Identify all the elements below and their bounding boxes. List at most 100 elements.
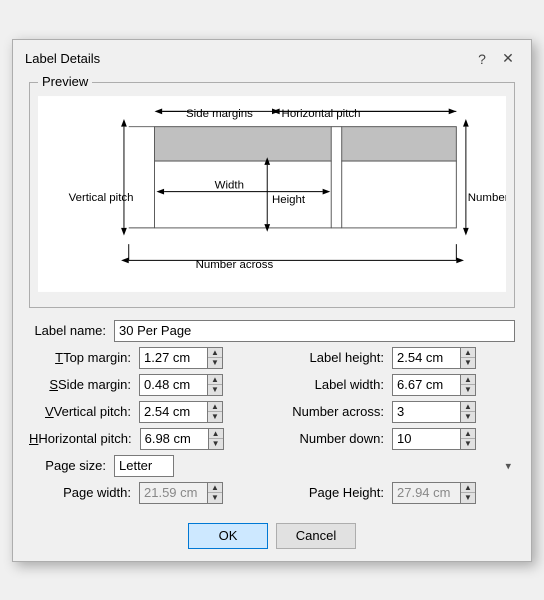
- top-margin-input[interactable]: [139, 347, 207, 369]
- page-height-label: Page Height:: [272, 485, 392, 500]
- horizontal-pitch-row: HHorizontal pitch: ▲ ▼: [29, 428, 272, 450]
- number-down-input[interactable]: [392, 428, 460, 450]
- label-height-down-btn[interactable]: ▼: [461, 358, 475, 368]
- title-bar-buttons: ? ✕: [471, 48, 519, 70]
- page-height-spinner: ▲ ▼: [392, 482, 476, 504]
- label-name-label: Label name:: [29, 323, 114, 338]
- top-margin-up-btn[interactable]: ▲: [208, 348, 222, 359]
- page-height-down-btn[interactable]: ▼: [461, 493, 475, 503]
- label-width-down-btn[interactable]: ▼: [461, 385, 475, 395]
- top-margin-spin-btns: ▲ ▼: [207, 347, 223, 369]
- page-width-left: Page width: ▲ ▼: [29, 482, 272, 509]
- dialog-body: Preview Side margins Top margin: [13, 76, 531, 561]
- form-right: Label height: ▲ ▼ Label width:: [272, 347, 515, 455]
- page-width-down-btn[interactable]: ▼: [208, 493, 222, 503]
- page-width-input: [139, 482, 207, 504]
- horizontal-pitch-input[interactable]: [140, 428, 208, 450]
- preview-canvas: Side margins Top margin Horizontal pitch: [38, 89, 506, 299]
- svg-text:Side margins: Side margins: [186, 108, 253, 120]
- number-across-spin-btns: ▲ ▼: [460, 401, 476, 423]
- label-width-up-btn[interactable]: ▲: [461, 375, 475, 386]
- side-margin-spinner: ▲ ▼: [139, 374, 223, 396]
- vertical-pitch-row: VVertical pitch: ▲ ▼: [29, 401, 272, 423]
- vertical-pitch-up-btn[interactable]: ▲: [208, 402, 222, 413]
- side-margin-label: SSide margin:: [29, 377, 139, 392]
- label-name-input[interactable]: [114, 320, 515, 342]
- dialog-title: Label Details: [25, 51, 100, 66]
- preview-legend: Preview: [38, 74, 92, 89]
- number-down-spinner: ▲ ▼: [392, 428, 476, 450]
- label-name-row: Label name:: [29, 320, 515, 342]
- number-across-up-btn[interactable]: ▲: [461, 402, 475, 413]
- button-row: OK Cancel: [29, 519, 515, 549]
- horizontal-pitch-up-btn[interactable]: ▲: [209, 429, 223, 440]
- label-height-spin-btns: ▲ ▼: [460, 347, 476, 369]
- form-grid: TTop margin: ▲ ▼ SSide margin:: [29, 347, 515, 455]
- label-details-dialog: Label Details ? ✕ Preview Side margins: [12, 39, 532, 562]
- label-height-input[interactable]: [392, 347, 460, 369]
- svg-text:Height: Height: [272, 194, 306, 206]
- horizontal-pitch-spinner: ▲ ▼: [140, 428, 224, 450]
- number-across-row: Number across: ▲ ▼: [272, 401, 515, 423]
- page-size-select[interactable]: Letter: [114, 455, 174, 477]
- number-down-spin-btns: ▲ ▼: [460, 428, 476, 450]
- number-across-input[interactable]: [392, 401, 460, 423]
- horizontal-pitch-label: HHorizontal pitch:: [29, 431, 140, 446]
- number-down-row: Number down: ▲ ▼: [272, 428, 515, 450]
- cancel-button[interactable]: Cancel: [276, 523, 356, 549]
- horizontal-pitch-down-btn[interactable]: ▼: [209, 439, 223, 449]
- preview-svg: Side margins Top margin Horizontal pitch: [38, 89, 506, 299]
- number-across-label: Number across:: [272, 404, 392, 419]
- number-down-up-btn[interactable]: ▲: [461, 429, 475, 440]
- side-margin-row: SSide margin: ▲ ▼: [29, 374, 272, 396]
- svg-text:Number down: Number down: [468, 192, 506, 204]
- page-dimensions-grid: Page width: ▲ ▼ Page Height:: [29, 482, 515, 509]
- label-height-row: Label height: ▲ ▼: [272, 347, 515, 369]
- page-height-spin-btns: ▲ ▼: [460, 482, 476, 504]
- vertical-pitch-spinner: ▲ ▼: [139, 401, 223, 423]
- side-margin-input[interactable]: [139, 374, 207, 396]
- top-margin-down-btn[interactable]: ▼: [208, 358, 222, 368]
- number-across-spinner: ▲ ▼: [392, 401, 476, 423]
- label-height-spinner: ▲ ▼: [392, 347, 476, 369]
- svg-text:Width: Width: [215, 179, 244, 191]
- svg-text:Horizontal pitch: Horizontal pitch: [282, 108, 361, 120]
- vertical-pitch-down-btn[interactable]: ▼: [208, 412, 222, 422]
- side-margin-spin-btns: ▲ ▼: [207, 374, 223, 396]
- label-width-label: Label width:: [272, 377, 392, 392]
- page-height-input: [392, 482, 460, 504]
- side-margin-up-btn[interactable]: ▲: [208, 375, 222, 386]
- vertical-pitch-spin-btns: ▲ ▼: [207, 401, 223, 423]
- top-margin-spinner: ▲ ▼: [139, 347, 223, 369]
- number-down-down-btn[interactable]: ▼: [461, 439, 475, 449]
- label-width-spinner: ▲ ▼: [392, 374, 476, 396]
- number-down-label: Number down:: [272, 431, 392, 446]
- help-button[interactable]: ?: [471, 48, 493, 70]
- page-size-label: Page size:: [29, 458, 114, 473]
- page-width-up-btn[interactable]: ▲: [208, 483, 222, 494]
- page-width-row: Page width: ▲ ▼: [29, 482, 272, 504]
- page-height-right: Page Height: ▲ ▼: [272, 482, 515, 509]
- label-height-label: Label height:: [272, 350, 392, 365]
- top-margin-label: TTop margin:: [29, 350, 139, 365]
- page-width-spinner: ▲ ▼: [139, 482, 223, 504]
- label-width-spin-btns: ▲ ▼: [460, 374, 476, 396]
- horizontal-pitch-spin-btns: ▲ ▼: [208, 428, 224, 450]
- page-size-select-wrapper: Letter: [114, 455, 515, 477]
- label-width-row: Label width: ▲ ▼: [272, 374, 515, 396]
- vertical-pitch-input[interactable]: [139, 401, 207, 423]
- side-margin-down-btn[interactable]: ▼: [208, 385, 222, 395]
- number-across-down-btn[interactable]: ▼: [461, 412, 475, 422]
- label-height-up-btn[interactable]: ▲: [461, 348, 475, 359]
- page-size-row: Page size: Letter: [29, 455, 515, 477]
- label-width-input[interactable]: [392, 374, 460, 396]
- ok-button[interactable]: OK: [188, 523, 268, 549]
- page-height-row: Page Height: ▲ ▼: [272, 482, 515, 504]
- page-width-spin-btns: ▲ ▼: [207, 482, 223, 504]
- preview-group: Preview Side margins Top margin: [29, 82, 515, 308]
- close-button[interactable]: ✕: [497, 48, 519, 70]
- vertical-pitch-label: VVertical pitch:: [29, 404, 139, 419]
- title-bar: Label Details ? ✕: [13, 40, 531, 76]
- top-margin-row: TTop margin: ▲ ▼: [29, 347, 272, 369]
- page-height-up-btn[interactable]: ▲: [461, 483, 475, 494]
